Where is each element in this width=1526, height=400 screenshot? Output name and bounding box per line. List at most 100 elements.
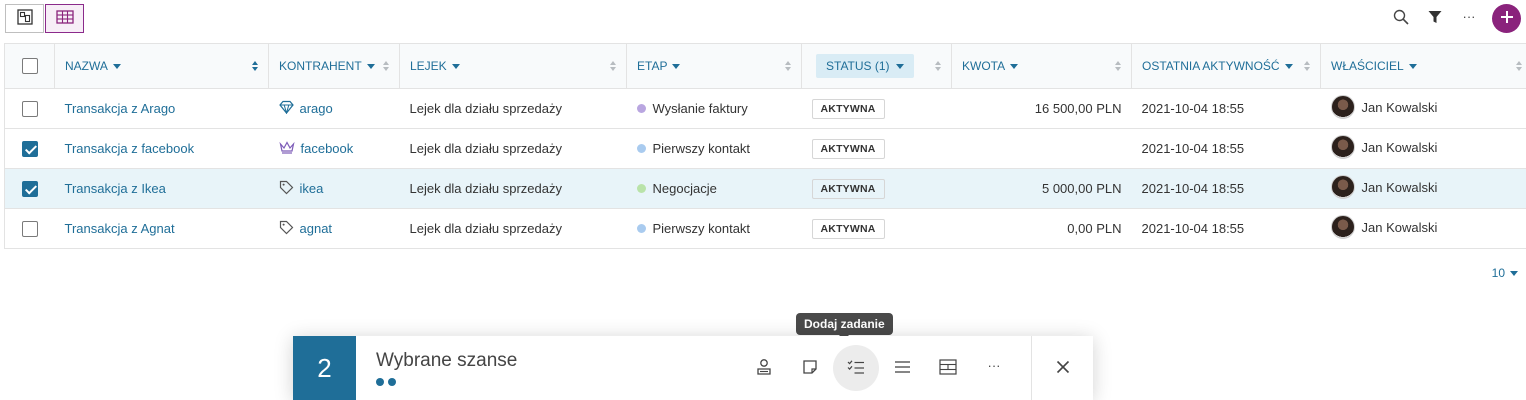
status-filter-pill[interactable]: STATUS (1) <box>816 54 914 78</box>
avatar <box>1330 215 1355 239</box>
chevron-down-icon[interactable] <box>1010 63 1019 69</box>
last-activity-cell: 2021-10-04 18:55 <box>1131 208 1321 249</box>
row-select-cell <box>4 168 55 209</box>
owner-cell: Jan Kowalski <box>1320 208 1526 249</box>
chevron-down-icon[interactable] <box>366 63 375 69</box>
sort-icon[interactable] <box>1304 61 1310 71</box>
row-select-cell <box>4 208 55 249</box>
selection-title: Wybrane szanse <box>376 350 518 371</box>
sort-icon[interactable] <box>252 61 258 71</box>
add-icon <box>1500 10 1514 27</box>
chevron-down-icon[interactable] <box>112 63 121 69</box>
table-row[interactable]: Transakcja z facebook facebook Lejek dla d… <box>4 128 1526 169</box>
contractor-link[interactable]: facebook <box>301 141 354 156</box>
chevron-down-icon[interactable] <box>672 63 681 69</box>
sort-icon[interactable] <box>785 61 791 71</box>
last-activity-cell: 2021-10-04 18:55 <box>1131 88 1321 129</box>
column-label: WŁAŚCICIEL <box>1331 59 1404 73</box>
deal-name-link[interactable]: Transakcja z facebook <box>65 141 195 156</box>
add-note-button[interactable] <box>787 345 833 391</box>
table-view-button[interactable] <box>45 4 84 33</box>
top-actions: ··· <box>1384 4 1521 33</box>
avatar <box>1330 175 1355 199</box>
stage-dot <box>636 104 646 113</box>
funnel-cell: Lejek dla działu sprzedaży <box>399 88 627 129</box>
column-header-name[interactable]: NAZWA <box>54 43 269 89</box>
table-edit-button[interactable] <box>925 345 971 391</box>
table-row[interactable]: Transakcja z Ikea ikea Lejek dla działu sp… <box>4 168 1526 209</box>
column-header-contractor[interactable]: KONTRAHENT <box>268 43 400 89</box>
column-label: LEJEK <box>410 59 447 73</box>
table-header-row: NAZWA KONTRAHENT LEJEK ETAP STATUS (1) K… <box>4 43 1526 89</box>
owner-cell: Jan Kowalski <box>1320 168 1526 209</box>
tooltip: Dodaj zadanie <box>796 313 893 340</box>
more-actions-button[interactable]: ··· <box>971 345 1017 391</box>
status-cell: AKTYWNA <box>801 88 952 129</box>
contractor-link[interactable]: agnat <box>300 221 333 236</box>
note-icon <box>802 359 818 378</box>
deal-name-cell: Transakcja z Arago <box>54 88 269 129</box>
crown-icon <box>278 140 295 157</box>
chevron-down-icon[interactable] <box>1408 63 1417 69</box>
sort-icon[interactable] <box>935 61 941 71</box>
sort-icon[interactable] <box>1115 61 1121 71</box>
more-button[interactable]: ··· <box>1452 4 1486 33</box>
column-header-funnel[interactable]: LEJEK <box>399 43 627 89</box>
sort-icon[interactable] <box>383 61 389 71</box>
column-header-status[interactable]: STATUS (1) <box>801 43 952 89</box>
stage-cell: Pierwszy kontakt <box>626 128 802 169</box>
kanban-view-button[interactable] <box>5 4 44 33</box>
more-icon: ··· <box>987 358 1001 373</box>
column-label: NAZWA <box>65 59 108 73</box>
chevron-down-icon[interactable] <box>1284 63 1293 69</box>
close-selection-button[interactable] <box>1031 336 1093 400</box>
assign-owner-button[interactable] <box>741 345 787 391</box>
table-row[interactable]: Transakcja z Arago arago Lejek dla działu … <box>4 88 1526 129</box>
filter-icon <box>1428 10 1442 27</box>
search-button[interactable] <box>1384 4 1418 33</box>
chevron-down-icon <box>1510 270 1518 276</box>
diamond-icon <box>278 100 294 117</box>
selection-dots <box>376 378 741 386</box>
table-view-icon <box>55 10 74 27</box>
search-icon <box>1393 9 1409 28</box>
column-header-owner[interactable]: WŁAŚCICIEL <box>1320 43 1526 89</box>
deal-name-cell: Transakcja z Ikea <box>54 168 269 209</box>
row-select-cell <box>4 88 55 129</box>
deal-name-link[interactable]: Transakcja z Arago <box>65 101 176 116</box>
owner-name: Jan Kowalski <box>1361 179 1438 195</box>
table-row[interactable]: Transakcja z Agnat agnat Lejek dla działu … <box>4 208 1526 249</box>
deal-name-link[interactable]: Transakcja z Ikea <box>65 181 166 196</box>
table-edit-icon <box>939 358 957 378</box>
list-button[interactable] <box>879 345 925 391</box>
sort-icon[interactable] <box>1516 61 1522 71</box>
add-task-button[interactable] <box>833 345 879 391</box>
select-all-cell <box>4 43 55 89</box>
contractor-link[interactable]: arago <box>300 101 333 116</box>
add-button[interactable] <box>1492 4 1521 33</box>
stage-dot <box>636 224 646 233</box>
selection-action-bar: 2 Wybrane szanse ··· <box>293 336 1093 400</box>
page-size-select[interactable]: 10 <box>1492 266 1518 280</box>
column-header-last-activity[interactable]: OSTATNIA AKTYWNOŚĆ <box>1131 43 1321 89</box>
add-task-icon <box>847 359 865 378</box>
column-header-amount[interactable]: KWOTA <box>951 43 1132 89</box>
row-checkbox[interactable] <box>21 180 38 197</box>
chevron-down-icon[interactable] <box>895 63 904 69</box>
stage-dot <box>636 184 646 193</box>
stage-label: Negocjacje <box>652 181 717 196</box>
select-all-checkbox[interactable] <box>21 58 38 74</box>
row-checkbox[interactable] <box>21 140 38 157</box>
funnel-cell: Lejek dla działu sprzedaży <box>399 128 627 169</box>
row-checkbox[interactable] <box>21 220 38 237</box>
contractor-link[interactable]: ikea <box>300 181 324 196</box>
contractor-cell: facebook <box>268 128 400 169</box>
stage-label: Pierwszy kontakt <box>652 141 751 156</box>
deal-name-link[interactable]: Transakcja z Agnat <box>65 221 175 236</box>
column-header-stage[interactable]: ETAP <box>626 43 802 89</box>
sort-icon[interactable] <box>610 61 616 71</box>
kanban-view-icon <box>16 9 33 28</box>
filter-button[interactable] <box>1418 4 1452 33</box>
row-checkbox[interactable] <box>21 100 38 117</box>
chevron-down-icon[interactable] <box>451 63 460 69</box>
